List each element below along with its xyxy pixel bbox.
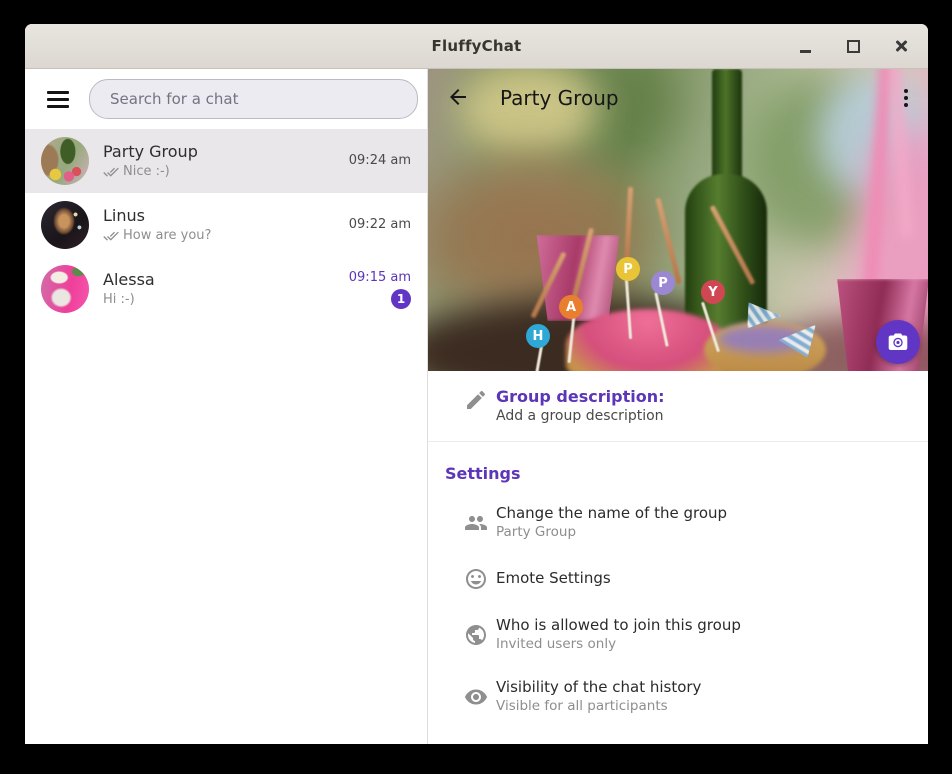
- letter-candle-h: H: [526, 324, 550, 348]
- setting-texts: Visibility of the chat history Visible f…: [496, 677, 701, 715]
- setting-texts: Emote Settings: [496, 568, 611, 588]
- settings-heading: Settings: [428, 464, 928, 483]
- chat-row-texts: Alessa Hi :-): [103, 270, 335, 308]
- camera-icon: [886, 330, 910, 354]
- double-check-icon: [103, 228, 119, 244]
- letter-candle-p2: P: [651, 271, 675, 295]
- eye-icon: [464, 685, 488, 709]
- window-controls: [792, 24, 914, 68]
- group-description-texts: Group description: Add a group descripti…: [496, 386, 664, 425]
- setting-history-visibility[interactable]: Visibility of the chat history Visible f…: [428, 665, 928, 727]
- setting-value: Visible for all participants: [496, 697, 701, 715]
- double-check-icon: [103, 164, 119, 180]
- globe-icon: [464, 623, 488, 647]
- chat-preview-text: How are you?: [123, 228, 211, 244]
- setting-label: Who is allowed to join this group: [496, 615, 741, 635]
- fluffychat-window: FluffyChat Party Group: [25, 24, 928, 744]
- close-button[interactable]: [888, 33, 914, 59]
- chat-preview-text: Nice :-): [123, 164, 170, 180]
- chat-list: Party Group Nice :-) 09:24 am Linus: [25, 129, 427, 321]
- hamburger-menu-button[interactable]: [43, 83, 73, 116]
- chat-row-texts: Party Group Nice :-): [103, 142, 335, 180]
- overflow-menu-button[interactable]: [900, 85, 912, 111]
- chat-row-meta: 09:15 am 1: [349, 270, 411, 309]
- hamburger-menu-icon: [47, 91, 69, 108]
- chat-time: 09:24 am: [349, 153, 411, 169]
- chat-name: Alessa: [103, 270, 335, 289]
- setting-value: Invited users only: [496, 635, 741, 653]
- setting-label: Change the name of the group: [496, 503, 727, 523]
- group-description-row[interactable]: Group description: Add a group descripti…: [428, 371, 928, 441]
- search-field[interactable]: [89, 79, 418, 119]
- chat-list-panel: Party Group Nice :-) 09:24 am Linus: [25, 69, 428, 744]
- group-icon: [464, 511, 488, 535]
- group-description-value: Add a group description: [496, 407, 664, 425]
- divider: [428, 441, 928, 442]
- kebab-menu-icon: [904, 89, 908, 107]
- chat-preview: How are you?: [103, 228, 335, 244]
- chat-avatar: [41, 265, 89, 313]
- maximize-button[interactable]: [840, 33, 866, 59]
- chat-name: Linus: [103, 206, 335, 225]
- chat-row-party-group[interactable]: Party Group Nice :-) 09:24 am: [25, 129, 427, 193]
- group-title: Party Group: [500, 86, 619, 110]
- window-titlebar[interactable]: FluffyChat: [25, 24, 928, 69]
- chat-row-linus[interactable]: Linus How are you? 09:22 am: [25, 193, 427, 257]
- minimize-button[interactable]: [792, 33, 818, 59]
- minimize-icon: [800, 50, 811, 53]
- group-description-label: Group description:: [496, 386, 664, 407]
- back-arrow-icon: [446, 85, 470, 109]
- maximize-icon: [847, 40, 860, 53]
- back-button[interactable]: [444, 83, 472, 114]
- close-icon: [895, 40, 907, 52]
- chat-name: Party Group: [103, 142, 335, 161]
- chat-avatar: [41, 201, 89, 249]
- letter-candle-a: A: [559, 295, 583, 319]
- chat-row-texts: Linus How are you?: [103, 206, 335, 244]
- chat-row-meta: 09:22 am: [349, 217, 411, 233]
- chat-avatar: [41, 137, 89, 185]
- setting-value: Party Group: [496, 523, 727, 541]
- letter-candle-y: Y: [701, 280, 725, 304]
- setting-emote-settings[interactable]: Emote Settings: [428, 553, 928, 603]
- group-appbar: Party Group: [428, 69, 928, 127]
- window-title: FluffyChat: [432, 37, 522, 55]
- setting-label: Emote Settings: [496, 568, 611, 588]
- group-detail-panel: H A P P Y Party Group: [428, 69, 928, 744]
- chat-preview: Nice :-): [103, 164, 335, 180]
- chat-preview: Hi :-): [103, 292, 335, 308]
- camera-button[interactable]: [876, 320, 920, 364]
- letter-candle-p1: P: [616, 257, 640, 281]
- setting-change-group-name[interactable]: Change the name of the group Party Group: [428, 491, 928, 553]
- unread-badge: 1: [391, 289, 411, 309]
- chat-row-meta: 09:24 am: [349, 153, 411, 169]
- chat-time: 09:22 am: [349, 217, 411, 233]
- emoji-icon: [464, 567, 488, 591]
- chat-row-alessa[interactable]: Alessa Hi :-) 09:15 am 1: [25, 257, 427, 321]
- chat-preview-text: Hi :-): [103, 292, 135, 308]
- setting-join-permission[interactable]: Who is allowed to join this group Invite…: [428, 603, 928, 665]
- search-input[interactable]: [108, 89, 399, 109]
- group-banner-photo[interactable]: H A P P Y Party Group: [428, 69, 928, 371]
- setting-texts: Change the name of the group Party Group: [496, 503, 727, 541]
- chat-time: 09:15 am: [349, 270, 411, 286]
- pencil-icon: [464, 388, 488, 412]
- setting-label: Visibility of the chat history: [496, 677, 701, 697]
- setting-texts: Who is allowed to join this group Invite…: [496, 615, 741, 653]
- chat-list-topbar: [25, 69, 427, 129]
